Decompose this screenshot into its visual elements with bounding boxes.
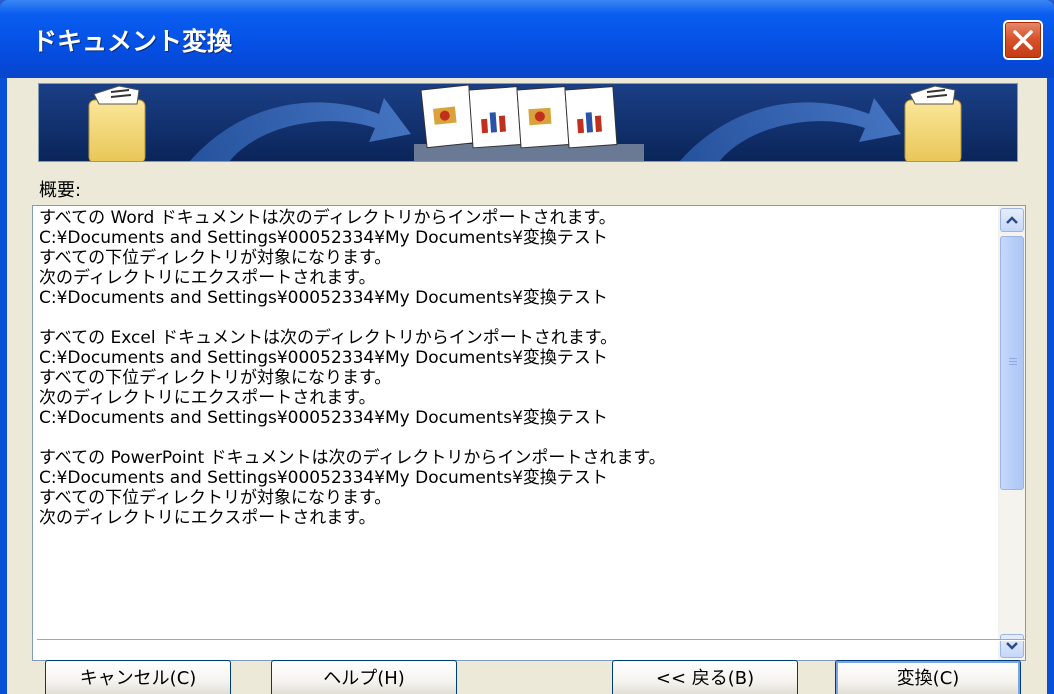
summary-line: C:¥Documents and Settings¥00052334¥My Do… <box>39 408 608 428</box>
cancel-button[interactable]: キャンセル(C) <box>45 660 231 694</box>
source-folder-icon <box>88 85 146 161</box>
scroll-up-button[interactable] <box>1000 208 1024 232</box>
summary-line: すべての PowerPoint ドキュメントは次のディレクトリからインポートされ… <box>39 448 666 468</box>
back-button[interactable]: << 戻る(B) <box>612 660 798 694</box>
summary-line: 次のディレクトリにエクスポートされます。 <box>39 508 376 528</box>
dialog-window: ドキュメント変換 概要: すべての Word ドキュメントは次のディレクトリから… <box>0 0 1054 694</box>
dialog-client-area: 概要: すべての Word ドキュメントは次のディレクトリからインポートされます… <box>7 78 1047 694</box>
summary-textbox[interactable]: すべての Word ドキュメントは次のディレクトリからインポートされます。 C:¥… <box>32 205 1026 661</box>
title-bar[interactable]: ドキュメント変換 <box>0 0 1054 78</box>
documents-stack-icon <box>414 84 644 161</box>
destination-folder-icon <box>904 85 962 161</box>
summary-text: すべての Word ドキュメントは次のディレクトリからインポートされます。 C:¥… <box>39 208 989 528</box>
summary-line: 次のディレクトリにエクスポートされます。 <box>39 268 376 288</box>
convert-button[interactable]: 変換(C) <box>835 660 1021 694</box>
summary-line: C:¥Documents and Settings¥00052334¥My Do… <box>39 228 608 248</box>
summary-line: C:¥Documents and Settings¥00052334¥My Do… <box>39 468 608 488</box>
scroll-down-button[interactable] <box>1000 634 1024 658</box>
summary-line: すべての Word ドキュメントは次のディレクトリからインポートされます。 <box>39 208 616 228</box>
summary-label: 概要: <box>39 180 82 201</box>
summary-line: すべての下位ディレクトリが対象になります。 <box>39 248 392 268</box>
summary-line <box>39 308 989 328</box>
conversion-banner <box>38 83 1018 162</box>
summary-line: C:¥Documents and Settings¥00052334¥My Do… <box>39 288 608 308</box>
summary-line <box>39 428 989 448</box>
close-button[interactable] <box>1003 20 1043 60</box>
close-icon <box>1013 30 1033 50</box>
chevron-up-icon <box>1006 216 1018 224</box>
vertical-scrollbar[interactable] <box>998 206 1025 660</box>
help-button[interactable]: ヘルプ(H) <box>271 660 457 694</box>
window-title: ドキュメント変換 <box>32 27 233 56</box>
summary-line: すべての Excel ドキュメントは次のディレクトリからインポートされます。 <box>39 328 618 348</box>
summary-line: すべての下位ディレクトリが対象になります。 <box>39 368 392 388</box>
banner-illustration <box>39 84 1017 161</box>
summary-line: C:¥Documents and Settings¥00052334¥My Do… <box>39 348 608 368</box>
separator-line <box>37 639 1025 641</box>
summary-line: 次のディレクトリにエクスポートされます。 <box>39 388 376 408</box>
scroll-thumb[interactable] <box>1000 236 1024 490</box>
summary-line: すべての下位ディレクトリが対象になります。 <box>39 488 392 508</box>
